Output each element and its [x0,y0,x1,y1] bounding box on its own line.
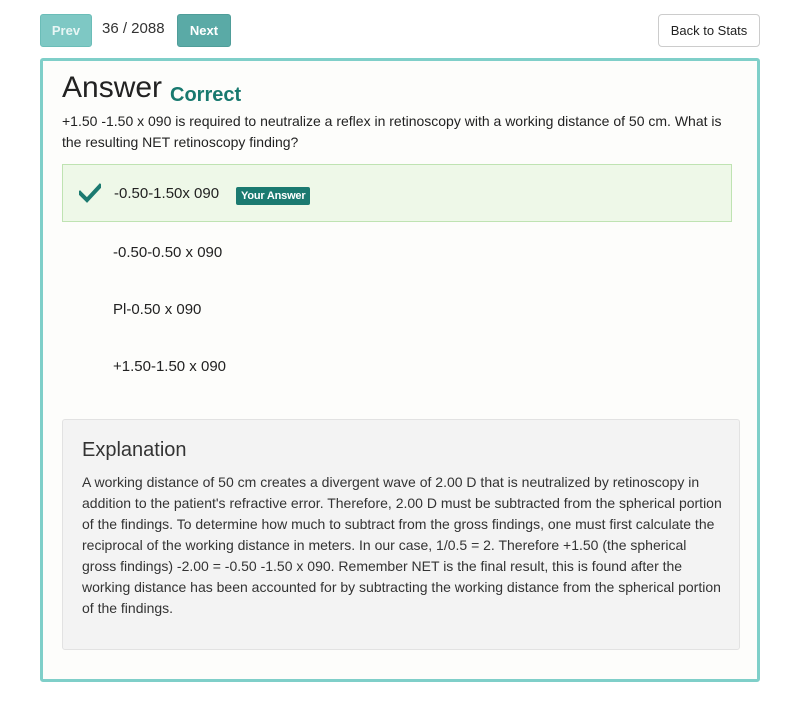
your-answer-badge: Your Answer [236,187,311,205]
option-text: -0.50-1.50x 090 [114,184,220,202]
explanation-box: Explanation A working distance of 50 cm … [62,419,740,650]
option-text: +1.50-1.50 x 090 [113,357,227,375]
back-to-stats-button[interactable]: Back to Stats [658,14,760,47]
next-button[interactable]: Next [177,14,231,47]
answer-heading: Answer [62,71,163,104]
option-text: -0.50-0.50 x 090 [113,243,223,261]
option-text: Pl-0.50 x 090 [113,300,202,318]
checkmark-icon [79,183,101,203]
explanation-text: A working distance of 50 cm creates a di… [82,474,722,616]
question-counter: 36 / 2088 [102,20,165,37]
answer-option-1: -0.50-1.50x 090 Your Answer [62,164,732,222]
answer-option-2: -0.50-0.50 x 090 [62,223,732,281]
explanation-heading: Explanation [82,439,187,461]
result-status: Correct [170,84,242,106]
answer-option-4: +1.50-1.50 x 090 [62,337,732,395]
answer-panel: Answer Correct +1.50 -1.50 x 090 is requ… [40,58,760,682]
navigation-bar: Prev 36 / 2088 Next Back to Stats [0,0,800,60]
answer-option-3: Pl-0.50 x 090 [62,280,732,338]
prev-button[interactable]: Prev [40,14,92,47]
question-text: +1.50 -1.50 x 090 is required to neutral… [62,113,722,150]
